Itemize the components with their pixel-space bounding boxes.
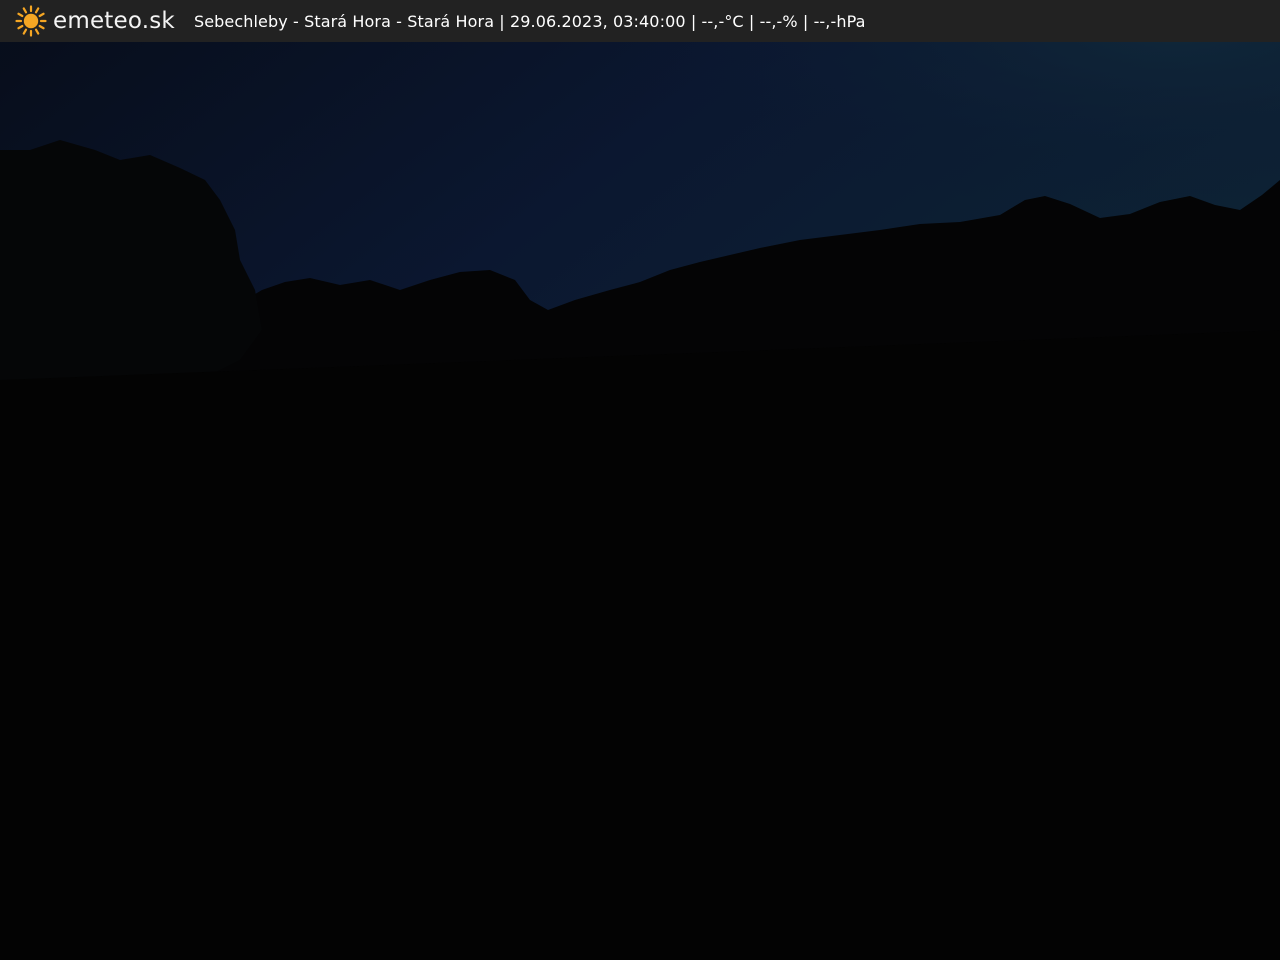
brand-logo[interactable]: emeteo.sk xyxy=(15,0,175,42)
separator: | xyxy=(494,11,510,31)
webcam-image xyxy=(0,0,1280,960)
webcam-frame: emeteo.sk Sebechleby - Stará Hora - Star… xyxy=(0,0,1280,960)
brand-name: emeteo.sk xyxy=(53,8,175,34)
separator: | xyxy=(797,11,814,31)
sun-ray xyxy=(38,24,45,30)
station-caption: Sebechleby - Stará Hora - Stará Hora | 2… xyxy=(194,12,866,31)
separator: | xyxy=(685,11,702,31)
location-text: Sebechleby - Stará Hora - Stará Hora xyxy=(193,11,495,31)
sun-ray xyxy=(34,7,40,14)
sun-icon xyxy=(15,5,47,37)
sun-ray xyxy=(22,28,28,35)
datetime-text: 29.06.2023, 03:40:00 xyxy=(510,11,686,31)
temperature-value: --,-°C xyxy=(701,11,744,31)
sun-ray xyxy=(38,12,45,18)
foreground xyxy=(0,330,1280,960)
sun-ray xyxy=(17,24,24,30)
separator: | xyxy=(743,11,760,31)
sun-ray xyxy=(34,28,40,35)
overlay-header-bar: emeteo.sk Sebechleby - Stará Hora - Star… xyxy=(0,0,1280,42)
sun-ray xyxy=(17,12,24,18)
humidity-value: --,-% xyxy=(759,11,798,31)
sun-ray xyxy=(22,7,28,14)
pressure-value: --,-hPa xyxy=(813,11,866,31)
